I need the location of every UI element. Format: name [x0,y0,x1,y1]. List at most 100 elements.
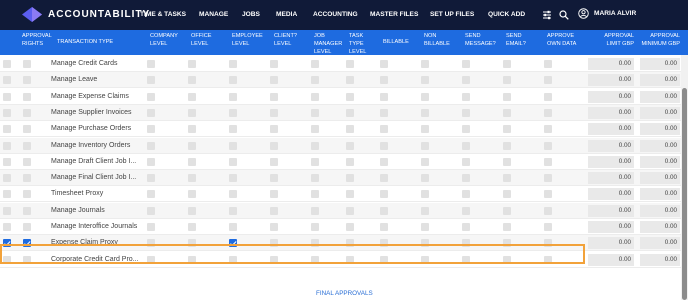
row-select-checkbox[interactable] [3,141,11,150]
scrollbar-thumb[interactable] [682,88,687,300]
task-type-level-checkbox[interactable] [346,174,354,183]
office-level-checkbox[interactable] [188,223,196,231]
header-transaction-type[interactable]: TRANSACTION TYPE [57,38,137,46]
final-approvals-link[interactable]: FINAL APPROVALS [316,290,373,297]
client-level-checkbox[interactable] [270,76,278,85]
approval-minimum-input[interactable]: 0.00 [640,123,680,136]
nav-item-jobs[interactable]: JOBS [242,11,260,18]
send-email-checkbox[interactable] [503,174,511,183]
approval-minimum-input[interactable]: 0.00 [640,253,680,266]
row-select-checkbox[interactable] [3,60,11,68]
employee-level-checkbox[interactable] [229,223,237,231]
approval-minimum-input[interactable]: 0.00 [640,188,680,201]
approval-limit-input[interactable]: 0.00 [588,188,634,201]
approve-own-data-checkbox[interactable] [544,108,552,117]
approve-own-data-checkbox[interactable] [544,206,552,215]
employee-level-checkbox[interactable] [229,190,237,199]
approval-minimum-input[interactable]: 0.00 [640,74,680,87]
approval-limit-input[interactable]: 0.00 [588,106,634,119]
company-level-checkbox[interactable] [147,190,155,199]
approval-minimum-input[interactable]: 0.00 [640,237,680,250]
row-select-checkbox[interactable] [3,76,11,85]
non-billable-checkbox[interactable] [421,60,429,68]
office-level-checkbox[interactable] [188,125,196,134]
approval-minimum-input[interactable]: 0.00 [640,106,680,119]
office-level-checkbox[interactable] [188,206,196,215]
task-type-level-checkbox[interactable] [346,141,354,150]
approve-own-data-checkbox[interactable] [544,174,552,183]
billable-checkbox[interactable] [380,157,388,166]
row-select-checkbox[interactable] [3,108,11,117]
search-icon[interactable] [559,10,569,20]
non-billable-checkbox[interactable] [421,190,429,199]
approval-limit-input[interactable]: 0.00 [588,253,634,266]
billable-checkbox[interactable] [380,190,388,199]
billable-checkbox[interactable] [380,125,388,134]
approval-rights-checkbox[interactable] [23,206,31,215]
employee-level-checkbox[interactable] [229,206,237,215]
approval-minimum-input[interactable]: 0.00 [640,58,680,70]
task-type-level-checkbox[interactable] [346,60,354,68]
send-email-checkbox[interactable] [503,190,511,199]
approval-rights-checkbox[interactable] [23,60,31,68]
job-manager-level-checkbox[interactable] [311,174,319,183]
company-level-checkbox[interactable] [147,125,155,134]
approval-minimum-input[interactable]: 0.00 [640,155,680,168]
approval-rights-checkbox[interactable] [23,141,31,150]
nav-item-manage[interactable]: MANAGE [199,11,228,18]
send-email-checkbox[interactable] [503,223,511,231]
company-level-checkbox[interactable] [147,108,155,117]
non-billable-checkbox[interactable] [421,125,429,134]
office-level-checkbox[interactable] [188,141,196,150]
nav-item-quick-add[interactable]: QUICK ADD [488,11,525,18]
task-type-level-checkbox[interactable] [346,92,354,101]
employee-level-checkbox[interactable] [229,92,237,101]
send-message-checkbox[interactable] [462,92,470,101]
employee-level-checkbox[interactable] [229,174,237,183]
task-type-level-checkbox[interactable] [346,157,354,166]
job-manager-level-checkbox[interactable] [311,157,319,166]
send-email-checkbox[interactable] [503,141,511,150]
employee-level-checkbox[interactable] [229,125,237,134]
company-level-checkbox[interactable] [147,223,155,231]
approval-rights-checkbox[interactable] [23,190,31,199]
approve-own-data-checkbox[interactable] [544,141,552,150]
send-message-checkbox[interactable] [462,76,470,85]
job-manager-level-checkbox[interactable] [311,223,319,231]
send-message-checkbox[interactable] [462,223,470,231]
send-email-checkbox[interactable] [503,76,511,85]
office-level-checkbox[interactable] [188,60,196,68]
client-level-checkbox[interactable] [270,157,278,166]
approval-rights-checkbox[interactable] [23,157,31,166]
send-email-checkbox[interactable] [503,157,511,166]
client-level-checkbox[interactable] [270,174,278,183]
non-billable-checkbox[interactable] [421,76,429,85]
company-level-checkbox[interactable] [147,206,155,215]
approval-rights-checkbox[interactable] [23,223,31,231]
nav-item-master-files[interactable]: MASTER FILES [370,11,418,18]
approval-rights-checkbox[interactable] [23,92,31,101]
task-type-level-checkbox[interactable] [346,206,354,215]
office-level-checkbox[interactable] [188,108,196,117]
client-level-checkbox[interactable] [270,141,278,150]
billable-checkbox[interactable] [380,223,388,231]
non-billable-checkbox[interactable] [421,174,429,183]
client-level-checkbox[interactable] [270,60,278,68]
nav-item-accounting[interactable]: ACCOUNTING [313,11,358,18]
task-type-level-checkbox[interactable] [346,125,354,134]
non-billable-checkbox[interactable] [421,157,429,166]
company-level-checkbox[interactable] [147,174,155,183]
send-message-checkbox[interactable] [462,190,470,199]
approval-limit-input[interactable]: 0.00 [588,172,634,185]
non-billable-checkbox[interactable] [421,141,429,150]
logo-icon[interactable] [22,7,42,22]
billable-checkbox[interactable] [380,206,388,215]
non-billable-checkbox[interactable] [421,206,429,215]
client-level-checkbox[interactable] [270,223,278,231]
task-type-level-checkbox[interactable] [346,223,354,231]
approve-own-data-checkbox[interactable] [544,125,552,134]
company-level-checkbox[interactable] [147,60,155,68]
approval-rights-checkbox[interactable] [23,76,31,85]
job-manager-level-checkbox[interactable] [311,76,319,85]
billable-checkbox[interactable] [380,60,388,68]
